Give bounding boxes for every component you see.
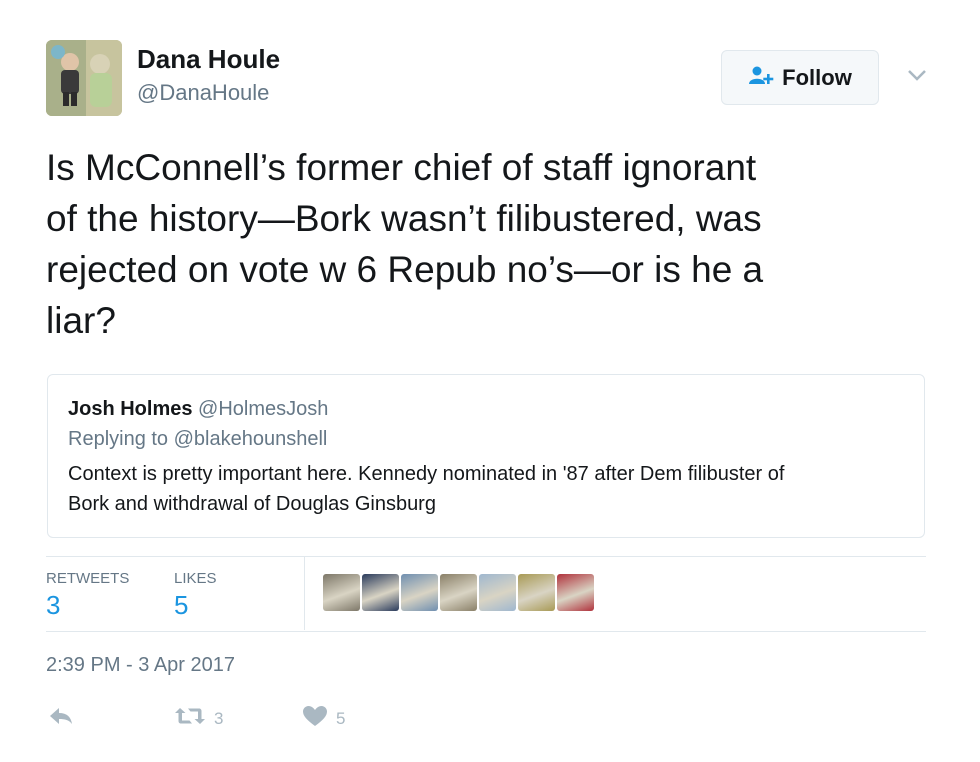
retweet-action-count: 3 (214, 708, 224, 728)
likes-label: LIKES (174, 570, 217, 587)
liker-avatar[interactable] (440, 574, 477, 611)
liker-avatar[interactable] (323, 574, 360, 611)
liker-avatar[interactable] (362, 574, 399, 611)
liker-avatar[interactable] (518, 574, 555, 611)
liker-avatar[interactable] (401, 574, 438, 611)
quoted-text-line: Context is pretty important here. Kenned… (68, 463, 785, 485)
stats-vertical-divider (304, 557, 305, 630)
follow-button-label: Follow (782, 64, 852, 90)
heart-icon (302, 705, 328, 732)
tweet-text: Is McConnell’s former chief of staff ign… (46, 142, 926, 346)
quoted-tweet[interactable]: Josh Holmes @HolmesJosh Replying to @bla… (47, 374, 925, 538)
retweets-label: RETWEETS (46, 570, 130, 587)
quoted-text-line: Bork and withdrawal of Douglas Ginsburg (68, 493, 436, 515)
quoted-reply-context: Replying to @blakehounshell (68, 428, 328, 450)
stats-top-divider (46, 556, 926, 557)
stats-bottom-divider (46, 631, 926, 632)
tweet-text-line: of the history—Bork wasn’t filibustered,… (46, 198, 762, 239)
tweet-timestamp[interactable]: 2:39 PM - 3 Apr 2017 (46, 654, 235, 677)
tweet-text-line: liar? (46, 300, 116, 341)
like-button[interactable]: 5 (302, 705, 345, 732)
quoted-tweet-header: Josh Holmes @HolmesJosh (68, 395, 904, 423)
chevron-down-icon[interactable] (904, 64, 930, 86)
reply-icon (48, 705, 74, 732)
retweets-count[interactable]: 3 (46, 590, 60, 621)
liker-avatar[interactable] (479, 574, 516, 611)
like-action-count: 5 (336, 708, 346, 728)
user-plus-icon (748, 65, 774, 91)
author-avatar[interactable] (46, 40, 122, 116)
retweet-button[interactable]: 3 (174, 705, 223, 732)
quoted-author-handle: @HolmesJosh (198, 398, 329, 420)
liker-avatars (323, 574, 594, 611)
tweet-text-line: rejected on vote w 6 Repub no’s—or is he… (46, 249, 764, 290)
quoted-tweet-text: Context is pretty important here. Kenned… (68, 459, 904, 519)
author-name[interactable]: Dana Houle (137, 44, 280, 75)
likes-count[interactable]: 5 (174, 590, 188, 621)
liker-avatar[interactable] (557, 574, 594, 611)
follow-button[interactable]: Follow (721, 50, 879, 105)
reply-button[interactable] (48, 705, 74, 732)
tweet-text-line: Is McConnell’s former chief of staff ign… (46, 147, 757, 188)
retweet-icon (174, 705, 206, 732)
author-handle[interactable]: @DanaHoule (137, 80, 269, 106)
quoted-author-name: Josh Holmes (68, 398, 193, 420)
